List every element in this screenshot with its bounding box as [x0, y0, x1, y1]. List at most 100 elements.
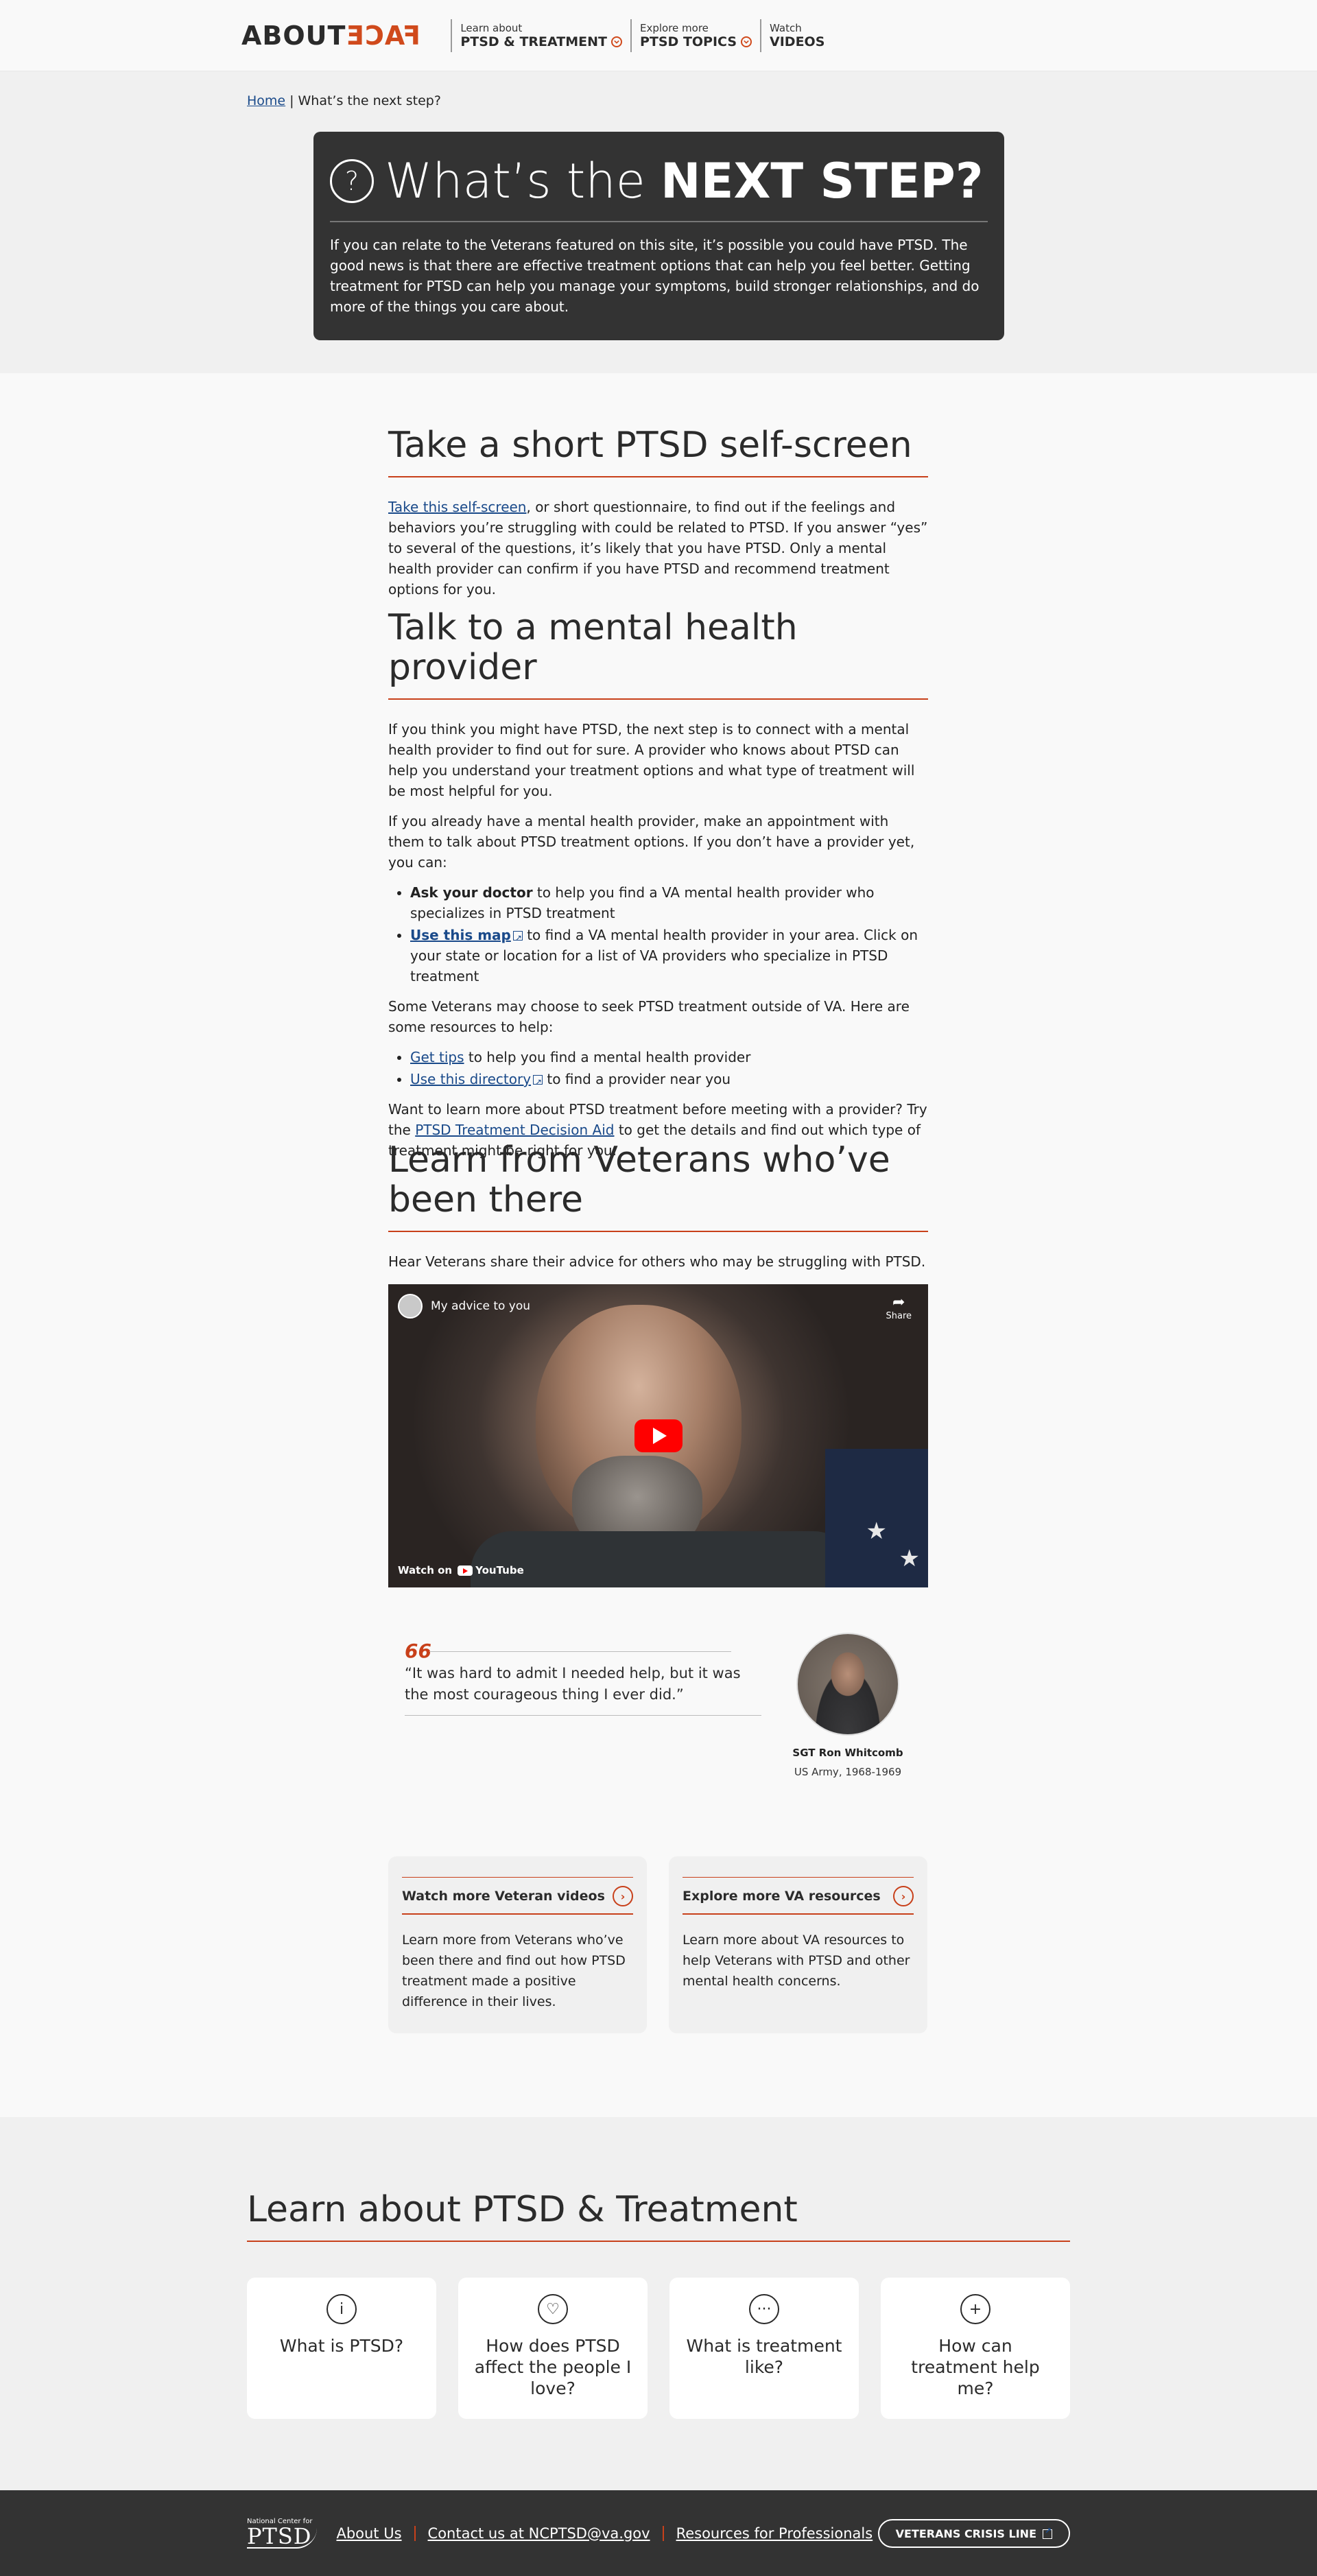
veteran-name: SGT Ron Whitcomb	[792, 1747, 903, 1759]
hero-divider	[330, 221, 988, 222]
footer-about-link[interactable]: About Us	[336, 2525, 401, 2542]
play-button[interactable]	[634, 1419, 683, 1452]
watch-on-youtube[interactable]: Watch on YouTube	[398, 1564, 524, 1576]
star-icon: ★	[866, 1517, 887, 1545]
list-item-text: to help you find a mental health provide…	[464, 1049, 751, 1065]
nav-ptsd-topics[interactable]: Explore more PTSD TOPICS	[630, 19, 760, 52]
hero-band: Home | What’s the next step? ? What’s the …	[0, 71, 1317, 373]
list-item-text: to find a provider near you	[543, 1071, 731, 1087]
card-header: Watch more Veteran videos ›	[402, 1877, 633, 1915]
site-header: ABOUT FACE Learn about PTSD & TREATMENT E…	[0, 0, 1317, 71]
breadcrumb-current: What’s the next step?	[298, 93, 441, 108]
list-item: Ask your doctor to help you find a VA me…	[410, 882, 928, 923]
page-title: ? What’s the NEXT STEP?	[330, 152, 988, 210]
channel-avatar[interactable]	[398, 1294, 423, 1319]
list-item: Get tips to help you find a mental healt…	[410, 1047, 928, 1067]
breadcrumb-home[interactable]: Home	[247, 93, 285, 108]
topic-tiles: i What is PTSD? ♡ How does PTSD affect t…	[247, 2278, 1070, 2419]
site-footer: National Center for PTSD About Us Contac…	[0, 2490, 1317, 2576]
chat-icon: ···	[749, 2294, 779, 2324]
nav-small-label: Watch	[770, 21, 802, 34]
decision-aid-link[interactable]: PTSD Treatment Decision Aid	[415, 1122, 614, 1138]
list-item: Use this map to find a VA mental health …	[410, 925, 928, 986]
veteran-service: US Army, 1968-1969	[794, 1766, 902, 1778]
veterans-intro: Hear Veterans share their advice for oth…	[388, 1253, 926, 1270]
chevron-right-icon: ›	[893, 1886, 914, 1906]
card-body: Learn more from Veterans who’ve been the…	[402, 1933, 626, 2009]
tile-what-is-ptsd[interactable]: i What is PTSD?	[247, 2278, 436, 2419]
provider-options-list: Ask your doctor to help you find a VA me…	[410, 882, 928, 986]
ask-doctor-label: Ask your doctor	[410, 884, 533, 901]
section-title-veterans: Learn from Veterans who’ve been there	[388, 1140, 928, 1232]
footer-divider	[414, 2525, 416, 2541]
share-label: Share	[886, 1311, 912, 1321]
selfscreen-text: Take this self-screen, or short question…	[388, 497, 928, 600]
footer-resources-link[interactable]: Resources for Professionals	[676, 2525, 873, 2542]
tile-treatment-help[interactable]: + How can treatment help me?	[881, 2278, 1070, 2419]
title-bold: NEXT STEP?	[661, 153, 984, 209]
more-cards: Watch more Veteran videos › Learn more f…	[388, 1856, 928, 2033]
learn-about-section: Learn about PTSD & Treatment i What is P…	[0, 2117, 1317, 2490]
card-watch-videos[interactable]: Watch more Veteran videos › Learn more f…	[388, 1856, 647, 2033]
title-light: What’s the	[385, 153, 645, 209]
testimonial: 66 “It was hard to admit I needed help, …	[388, 1626, 928, 1791]
section-title-provider: Talk to a mental health provider	[388, 608, 928, 700]
video-player[interactable]: ★ ★ My advice to you ➦ Share Watch on Yo…	[388, 1284, 928, 1587]
video-title[interactable]: My advice to you	[431, 1299, 530, 1313]
nav-videos[interactable]: Watch VIDEOS	[760, 19, 833, 52]
card-body: Learn more about VA resources to help Ve…	[683, 1933, 910, 1989]
main-content: Take a short PTSD self-screen Take this …	[388, 425, 928, 609]
heart-icon: ♡	[538, 2294, 568, 2324]
card-title: Watch more Veteran videos	[402, 1889, 605, 1904]
tile-label: How does PTSD affect the people I love?	[474, 2336, 632, 2398]
list-item: Use this directory to find a provider ne…	[410, 1069, 928, 1092]
youtube-icon	[458, 1565, 473, 1576]
tile-treatment-like[interactable]: ··· What is treatment like?	[669, 2278, 859, 2419]
info-icon: i	[327, 2294, 357, 2324]
youtube-logo: YouTube	[458, 1564, 524, 1576]
quote-divider	[429, 1651, 731, 1652]
star-icon: ★	[899, 1545, 920, 1572]
external-link-icon	[533, 1072, 543, 1092]
footer-links: About Us Contact us at NCPTSD@va.gov Res…	[336, 2525, 873, 2542]
nav-big-label: PTSD & TREATMENT	[460, 34, 607, 49]
learn-about-title: Learn about PTSD & Treatment	[247, 2188, 1070, 2242]
provider-p3: Some Veterans may choose to seek PTSD tr…	[388, 998, 910, 1035]
logo-face: FACE	[346, 20, 421, 51]
question-icon: ?	[330, 159, 374, 203]
external-link-icon	[512, 927, 523, 948]
tile-affect-loved-ones[interactable]: ♡ How does PTSD affect the people I love…	[458, 2278, 648, 2419]
card-header: Explore more VA resources ›	[683, 1877, 914, 1915]
nav-small-label: Explore more	[639, 21, 709, 34]
nav-big-label: PTSD TOPICS	[639, 34, 737, 49]
breadcrumb-separator: |	[289, 93, 294, 108]
tile-label: How can treatment help me?	[911, 2336, 1040, 2398]
video-subject-shirt	[471, 1531, 855, 1587]
plus-icon: +	[960, 2294, 990, 2324]
video-title-bar: My advice to you	[398, 1294, 530, 1319]
selfscreen-link[interactable]: Take this self-screen	[388, 499, 526, 515]
quote-icon: 66	[405, 1640, 431, 1662]
veterans-crisis-line-button[interactable]: VETERANS CRISIS LINE	[877, 2519, 1070, 2548]
hero-panel: ? What’s the NEXT STEP? If you can relat…	[313, 132, 1004, 340]
share-button[interactable]: ➦ Share	[886, 1294, 912, 1321]
footer-divider	[662, 2525, 664, 2541]
external-link-icon	[1043, 2526, 1052, 2539]
map-link[interactable]: Use this map	[410, 927, 511, 943]
provider-p1: If you think you might have PTSD, the ne…	[388, 721, 915, 799]
logo-big-text: PTSD	[247, 2525, 318, 2549]
quote-divider	[405, 1715, 761, 1716]
tile-label: What is treatment like?	[686, 2336, 842, 2377]
watch-on-label: Watch on	[398, 1564, 453, 1576]
chevron-down-icon	[741, 36, 752, 47]
chevron-down-icon	[610, 36, 622, 47]
directory-link[interactable]: Use this directory	[410, 1071, 531, 1087]
site-logo[interactable]: ABOUT FACE	[241, 21, 420, 51]
card-explore-resources[interactable]: Explore more VA resources › Learn more a…	[669, 1856, 927, 2033]
youtube-label: YouTube	[475, 1564, 524, 1576]
ncptsd-logo[interactable]: National Center for PTSD	[247, 2518, 318, 2549]
tips-link[interactable]: Get tips	[410, 1049, 464, 1065]
logo-about: ABOUT	[241, 20, 346, 51]
nav-ptsd-treatment[interactable]: Learn about PTSD & TREATMENT	[451, 19, 630, 52]
footer-contact-link[interactable]: Contact us at NCPTSD@va.gov	[428, 2525, 650, 2542]
